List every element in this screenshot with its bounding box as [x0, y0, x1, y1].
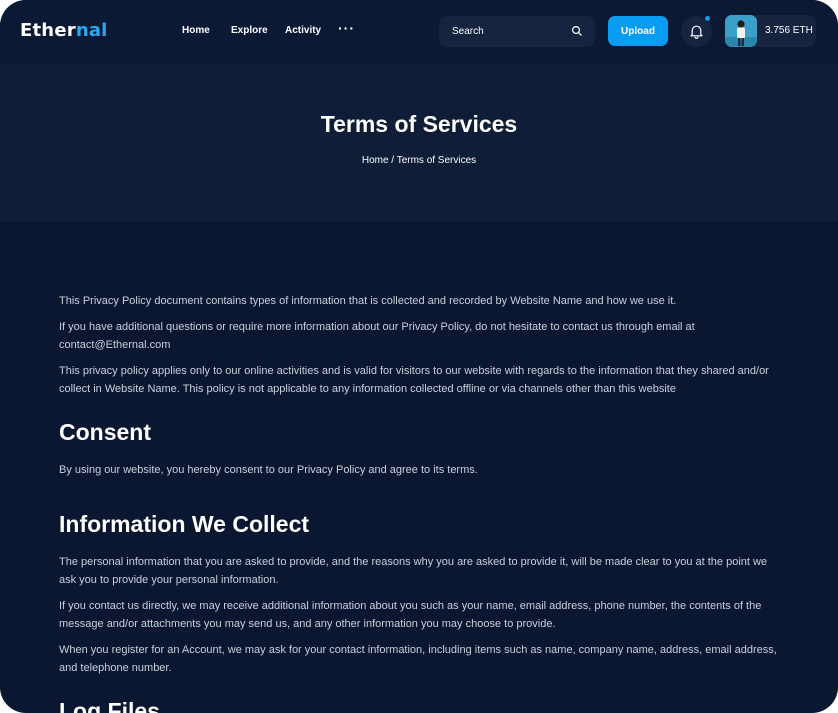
information-heading: Information We Collect: [59, 511, 310, 537]
consent-heading: Consent: [59, 419, 151, 445]
search-input[interactable]: [439, 16, 569, 47]
breadcrumb: Home / Terms of Services: [0, 155, 838, 167]
notification-dot: [704, 15, 711, 22]
contact-info-paragraph: If you contact us directly, we may recei…: [59, 600, 762, 630]
information-paragraph: The personal information that you are as…: [59, 556, 768, 586]
nav-home-link[interactable]: Home: [182, 25, 210, 37]
breadcrumb-current: Terms of Services: [396, 155, 477, 166]
page-header-banner: [0, 63, 838, 221]
logo-text: Ether: [20, 20, 76, 41]
upload-button[interactable]: Upload: [608, 16, 668, 46]
more-menu-button[interactable]: ···: [338, 21, 355, 35]
avatar[interactable]: [725, 15, 757, 47]
scope-paragraph: This privacy policy applies only to our …: [59, 365, 769, 395]
search-icon[interactable]: [571, 25, 583, 37]
intro-paragraph: This Privacy Policy document contains ty…: [59, 295, 677, 307]
nav-activity-link[interactable]: Activity: [285, 25, 321, 37]
contact-paragraph: If you have additional questions or requ…: [59, 321, 695, 351]
avatar-image: [725, 15, 757, 47]
bell-icon: [690, 25, 703, 39]
log-files-heading: Log Files: [59, 698, 160, 713]
policy-content: This Privacy Policy document contains ty…: [59, 292, 779, 713]
breadcrumb-home-link[interactable]: Home: [362, 155, 389, 166]
breadcrumb-separator: /: [388, 155, 397, 166]
logo[interactable]: Ethernal: [20, 20, 108, 42]
top-navbar: [0, 0, 838, 63]
wallet-balance-text: 3.756 ETH: [765, 25, 813, 36]
logo-accent-text: nal: [75, 20, 108, 41]
page-title: Terms of Services: [320, 111, 518, 137]
account-info-paragraph: When you register for an Account, we may…: [59, 644, 777, 674]
app-frame: Ethernal Home Explore Activity ··· Uploa…: [0, 0, 838, 713]
nav-explore-link[interactable]: Explore: [231, 25, 268, 37]
consent-paragraph: By using our website, you hereby consent…: [59, 464, 478, 476]
